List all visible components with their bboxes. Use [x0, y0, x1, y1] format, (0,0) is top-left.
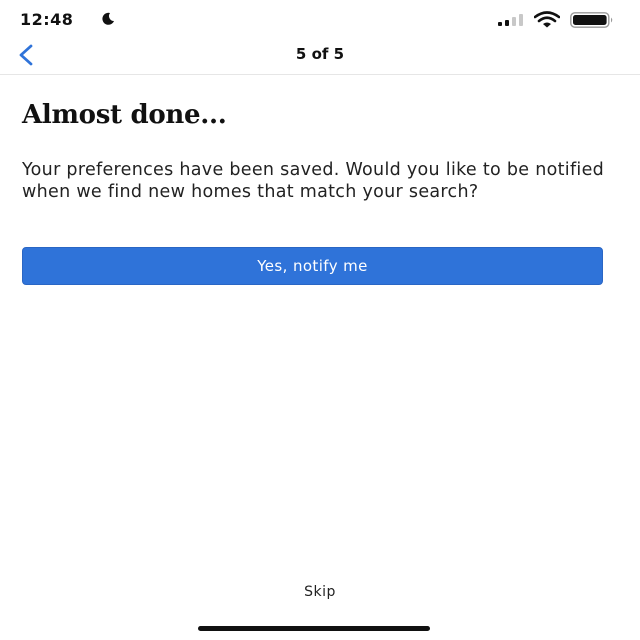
screen: 12:48 5 of 5 Almost done... Your prefere…	[0, 0, 640, 640]
skip-link[interactable]: Skip	[0, 584, 640, 600]
page-title: Almost done...	[22, 100, 227, 130]
battery-icon	[570, 12, 613, 28]
home-indicator	[198, 626, 430, 631]
moon-icon	[102, 12, 114, 25]
nav-header: 5 of 5	[0, 36, 640, 75]
status-bar: 12:48	[0, 0, 640, 40]
status-time: 12:48	[20, 10, 74, 29]
notify-me-button[interactable]: Yes, notify me	[22, 247, 603, 285]
page-message: Your preferences have been saved. Would …	[22, 160, 605, 202]
step-indicator: 5 of 5	[295, 45, 345, 63]
cellular-signal-icon	[498, 14, 523, 26]
wifi-icon	[534, 11, 560, 28]
